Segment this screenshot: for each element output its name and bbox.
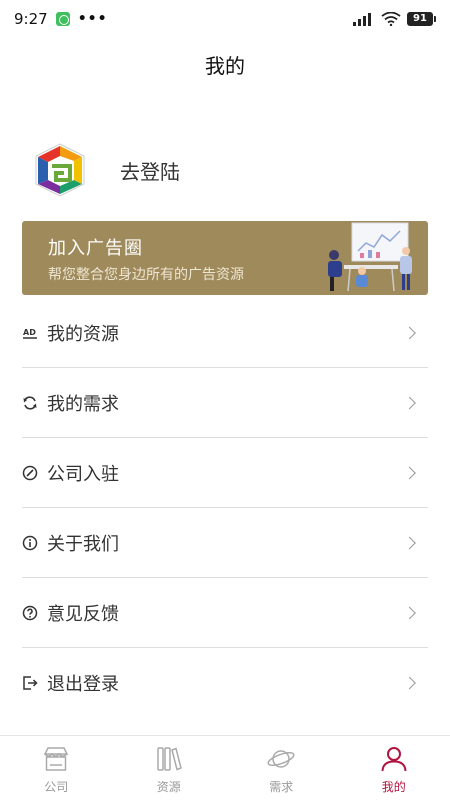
page-title: 我的 (205, 54, 245, 78)
banner-subtitle: 帮您整合您身边所有的广告资源 (48, 267, 244, 283)
compass-icon (22, 465, 38, 480)
settings-menu: AD 我的资源 我的需求 公司入驻 关于我们 意见反馈 退出登录 (22, 298, 428, 718)
menu-item-logout[interactable]: 退出登录 (22, 648, 428, 718)
chevron-right-icon (403, 466, 416, 479)
chevron-right-icon (403, 676, 416, 690)
signal-icon (353, 13, 371, 26)
chevron-right-icon (403, 536, 416, 549)
chevron-right-icon (403, 396, 416, 409)
bottom-tab-bar: 公司 资源 需求 我的 (0, 735, 450, 800)
user-icon (381, 747, 407, 772)
menu-item-feedback[interactable]: 意见反馈 (22, 578, 428, 648)
tab-mine[interactable]: 我的 (338, 736, 450, 800)
login-link[interactable]: 去登陆 (120, 156, 180, 185)
ad-icon: AD (23, 328, 37, 339)
menu-item-my-resources[interactable]: AD 我的资源 (22, 298, 428, 368)
tab-needs[interactable]: 需求 (225, 736, 338, 800)
info-icon (22, 535, 38, 550)
menu-item-label: 意见反馈 (47, 603, 119, 625)
planet-icon (267, 750, 295, 768)
more-notifications-icon: ••• (77, 11, 108, 27)
tab-label: 公司 (44, 780, 69, 794)
menu-item-label: 公司入驻 (47, 463, 119, 485)
meeting-illustration-icon (328, 222, 412, 292)
battery-level: 91 (407, 12, 433, 26)
refresh-icon (23, 395, 37, 410)
battery-icon: 91 (407, 12, 436, 26)
menu-item-label: 我的资源 (47, 323, 119, 345)
status-bar: 9:27 ••• 91 (0, 0, 450, 38)
banner-title: 加入广告圈 (48, 238, 143, 259)
join-ad-circle-banner[interactable]: 加入广告圈 帮您整合您身边所有的广告资源 (22, 221, 428, 295)
status-time: 9:27 (14, 10, 48, 28)
tab-company[interactable]: 公司 (0, 736, 113, 800)
app-logo-icon (35, 143, 85, 197)
svg-text:AD: AD (23, 328, 36, 337)
app-notification-icon (55, 12, 70, 26)
tab-label: 资源 (156, 780, 181, 794)
menu-item-label: 关于我们 (47, 533, 119, 555)
menu-item-about-us[interactable]: 关于我们 (22, 508, 428, 578)
tab-label: 需求 (269, 780, 294, 794)
question-icon (22, 605, 38, 620)
menu-item-company-settle[interactable]: 公司入驻 (22, 438, 428, 508)
wifi-icon (381, 12, 401, 26)
menu-item-label: 我的需求 (47, 393, 119, 415)
logout-icon (23, 676, 38, 690)
books-icon (157, 747, 182, 771)
tab-resources[interactable]: 资源 (113, 736, 226, 800)
login-row[interactable]: 去登陆 (30, 140, 180, 200)
chevron-right-icon (403, 326, 416, 339)
menu-item-label: 退出登录 (47, 674, 119, 695)
chevron-right-icon (403, 606, 416, 619)
tab-label: 我的 (381, 780, 406, 794)
menu-item-my-needs[interactable]: 我的需求 (22, 368, 428, 438)
store-icon (44, 747, 69, 771)
